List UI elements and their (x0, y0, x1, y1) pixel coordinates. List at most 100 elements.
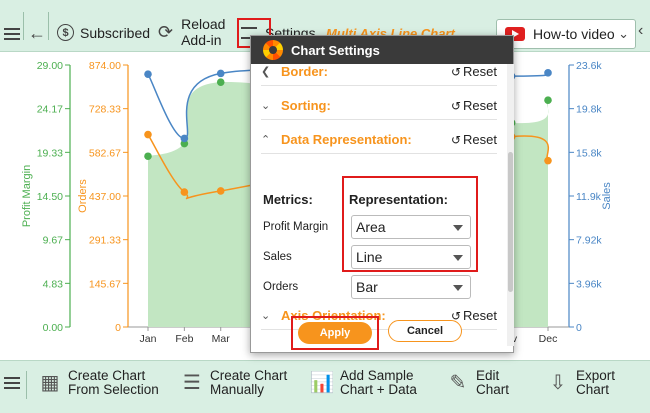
create-chart-manually-button[interactable]: ☰ Create Chart Manually (180, 369, 287, 397)
create-manual-label-1: Create Chart (210, 368, 288, 383)
profit-margin-point (216, 78, 225, 86)
chevron-down-icon: ⌄ (261, 100, 271, 112)
edit-label-1: Edit (476, 368, 500, 383)
reset-label: Reset (463, 64, 497, 79)
reset-data-representation-button[interactable]: ↺ Reset (451, 132, 497, 147)
orders-representation-select[interactable]: Bar (351, 275, 471, 299)
sales-tick-label: 19.8k (576, 104, 602, 116)
section-title: Sorting: (281, 98, 331, 113)
add-sample-label-2: Chart + Data (340, 382, 417, 397)
chevron-down-icon: ⌄ (618, 26, 629, 41)
profit-margin-point (544, 96, 552, 105)
orders-tick-label: 145.67 (89, 278, 121, 290)
profit_margin-tick-label: 29.00 (37, 60, 63, 72)
back-arrow-icon[interactable]: ← (28, 23, 46, 44)
orders-point (216, 187, 225, 195)
addin-label: Add-in (181, 32, 222, 48)
list-edit-icon: ☰ (183, 372, 201, 394)
select-value: Bar (356, 279, 378, 295)
orders-point (180, 188, 189, 196)
chevron-left-icon[interactable]: ‹ (638, 22, 643, 40)
orders-tick-label: 582.67 (89, 147, 121, 159)
dialog-header: Chart Settings (251, 36, 513, 64)
sales-axis-title: Sales (601, 182, 613, 210)
section-border[interactable]: ❮ Border: ↺ Reset (261, 64, 497, 86)
toolbar-divider (48, 12, 49, 40)
profit_margin-tick-label: 14.50 (37, 191, 63, 203)
howto-label: How-to video (533, 26, 615, 42)
metric-profit-margin: Profit Margin (263, 221, 329, 233)
create-selection-label-1: Create Chart (68, 368, 146, 383)
profit_margin-tick-label: 0.00 (43, 322, 64, 334)
orders-point (544, 156, 552, 165)
chevron-up-icon: ⌃ (261, 134, 271, 146)
sales-point (216, 69, 225, 78)
chart-add-icon: 📊 (309, 372, 335, 394)
sales-point (144, 70, 152, 78)
export-label-1: Export (576, 368, 616, 383)
edit-chart-icon: ✎ (449, 372, 467, 394)
gear-icon (263, 40, 283, 60)
reset-icon: ↺ (450, 98, 462, 113)
table-icon: ▦ (40, 372, 60, 394)
metric-sales: Sales (263, 251, 292, 263)
sales-tick-label: 0 (576, 322, 582, 334)
reload-label: Reload (181, 16, 226, 32)
dropdown-arrow-icon (453, 285, 463, 291)
section-title: Border: (281, 64, 328, 79)
metrics-header: Metrics: (263, 192, 313, 207)
section-title: Data Representation: (281, 132, 412, 147)
x-tick-label: Mar (212, 333, 231, 345)
representation-highlight-box (342, 176, 478, 272)
howto-video-button[interactable]: How-to video ⌄ (496, 19, 636, 49)
sales-point (180, 134, 189, 143)
reset-label: Reset (463, 132, 497, 147)
subscribed-label: Subscribed (80, 24, 151, 41)
orders-tick-label: 0 (115, 322, 121, 334)
orders-tick-label: 437.00 (89, 191, 121, 203)
add-sample-label-1: Add Sample (340, 368, 414, 383)
section-sorting[interactable]: ⌄ Sorting: ↺ Reset (261, 92, 497, 120)
profit_margin-tick-label: 4.83 (43, 278, 64, 290)
create-manual-label-2: Manually (210, 382, 265, 397)
orders-tick-label: 874.00 (89, 60, 121, 72)
reset-icon: ↺ (450, 64, 462, 79)
x-tick-label: Feb (175, 333, 193, 345)
reset-icon: ↺ (450, 132, 462, 147)
sales-point (544, 69, 552, 77)
toolbar-divider (26, 371, 27, 399)
sales-tick-label: 11.9k (576, 191, 602, 203)
bottom-menu-icon[interactable] (4, 377, 20, 389)
sales-tick-label: 3.96k (576, 278, 602, 290)
subscribed-button[interactable]: $ Subscribed (57, 24, 150, 41)
section-data-representation[interactable]: ⌃ Data Representation: ↺ Reset (261, 126, 497, 154)
export-icon: ⇩ (549, 372, 567, 394)
apply-highlight-box (291, 316, 379, 350)
menu-icon[interactable] (4, 28, 20, 40)
reset-label: Reset (463, 98, 497, 113)
edit-label-2: Chart (476, 382, 510, 397)
profit_margin-tick-label: 19.33 (37, 147, 63, 159)
x-tick-label: Dec (539, 333, 558, 345)
reset-border-button[interactable]: ↺ Reset (451, 64, 497, 79)
orders-tick-label: 291.33 (89, 235, 121, 247)
cancel-button[interactable]: Cancel (388, 320, 462, 342)
profit_margin-axis-title: Profit Margin (21, 165, 33, 227)
create-chart-from-selection-button[interactable]: ▦ Create Chart From Selection (38, 369, 159, 397)
orders-axis-title: Orders (77, 179, 89, 213)
sales-tick-label: 23.6k (576, 60, 602, 72)
export-chart-button[interactable]: ⇩ Export Chart (546, 369, 615, 397)
dialog-scrollbar[interactable] (507, 64, 514, 346)
orders-tick-label: 728.33 (89, 104, 121, 116)
scrollbar-thumb[interactable] (508, 152, 513, 292)
reset-sorting-button[interactable]: ↺ Reset (451, 98, 497, 113)
reload-addin-button[interactable]: ⟳ Reload Add-in (158, 16, 225, 48)
sales-tick-label: 15.8k (576, 147, 602, 159)
add-sample-chart-button[interactable]: 📊 Add Sample Chart + Data (310, 369, 417, 397)
chevron-down-icon: ❮ (261, 66, 271, 78)
reset-axis-orientation-button[interactable]: ↺ Reset (451, 308, 497, 323)
metric-orders: Orders (263, 281, 299, 293)
profit-margin-point (144, 152, 152, 161)
profit_margin-tick-label: 9.67 (43, 235, 64, 247)
edit-chart-button[interactable]: ✎ Edit Chart (446, 369, 509, 397)
